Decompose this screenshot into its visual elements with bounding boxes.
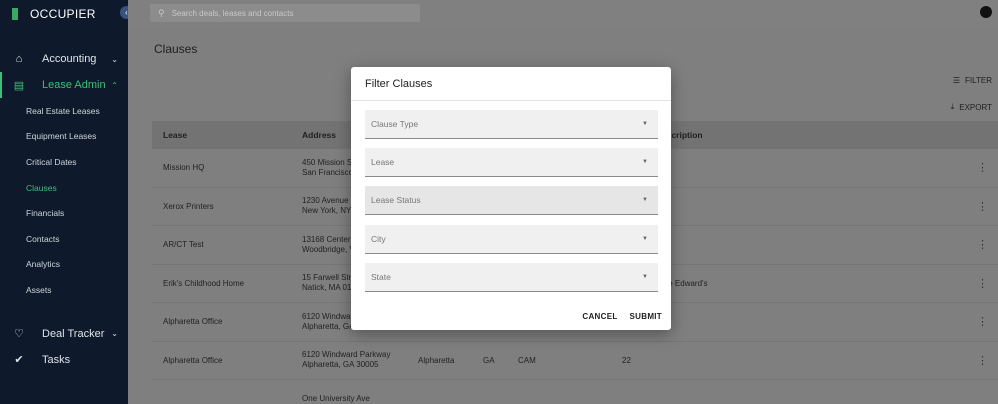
field-label: Lease — [371, 157, 395, 167]
brand[interactable]: OCCUPIER ‹ — [0, 0, 133, 28]
sidebar-item-analytics[interactable]: Analytics — [0, 252, 128, 278]
cancel-button[interactable]: CANCEL — [582, 312, 617, 321]
sidebar-item-financials[interactable]: Financials — [0, 200, 128, 226]
cell-city: Alpharetta — [418, 355, 455, 365]
sidebar-group-deal-tracker[interactable]: ♡ Deal Tracker ⌄ — [0, 321, 128, 347]
search-placeholder: Search deals, leases and contacts — [171, 8, 294, 18]
dialog-title: Filter Clauses — [351, 67, 671, 101]
table-row[interactable]: One University Ave — [152, 380, 998, 404]
cell-lease: Xerox Printers — [163, 201, 214, 211]
sidebar-group-label: Deal Tracker — [42, 327, 105, 340]
field-label: Lease Status — [371, 195, 421, 205]
column-header-lease[interactable]: Lease — [163, 130, 187, 140]
lease-status-select[interactable]: Lease Status ▼ — [365, 186, 658, 215]
export-button[interactable]: ⤓ EXPORT — [951, 102, 992, 112]
city-select[interactable]: City ▼ — [365, 225, 658, 254]
field-label: Clause Type — [371, 119, 419, 129]
chevron-up-icon: ⌃ — [111, 80, 118, 90]
address-line-1: One University Ave — [302, 393, 370, 403]
cell-lease: Mission HQ — [163, 163, 205, 173]
download-icon: ⤓ — [950, 102, 955, 111]
sidebar-item-critical-dates[interactable]: Critical Dates — [0, 149, 128, 175]
sidebar-group-accounting[interactable]: ⌂ Accounting ⌄ — [0, 46, 128, 72]
cell-address: 15 Farwell Stre Natick, MA 017 — [302, 273, 356, 293]
cell-address: 1230 Avenue o New York, NY 1 — [302, 196, 358, 216]
page-title: Clauses — [154, 42, 198, 56]
cell-lease: AR/CT Test — [163, 240, 204, 250]
dialog-actions: CANCEL SUBMIT — [582, 312, 662, 321]
sidebar-group-label: Lease Admin — [42, 79, 106, 91]
bank-icon: ⌂ — [15, 53, 23, 65]
cell-lease: Alpharetta Office — [163, 317, 223, 327]
account-icon[interactable] — [980, 6, 992, 18]
address-line-2: Natick, MA 017 — [302, 283, 356, 293]
sidebar-item-real-estate-leases[interactable]: Real Estate Leases — [0, 98, 128, 124]
state-select[interactable]: State ▼ — [365, 263, 658, 292]
cell-address: 450 Mission St San Francisco, — [302, 158, 355, 178]
more-vert-icon[interactable]: ⋮ — [977, 277, 988, 290]
chevron-down-icon: ⌄ — [111, 329, 118, 339]
table-row[interactable]: Alpharetta Office 6120 Windward Parkway Al… — [152, 342, 998, 380]
cell-address: One University Ave — [302, 394, 370, 404]
filter-label: FILTER — [965, 76, 992, 85]
filter-button[interactable]: ☰ FILTER — [953, 76, 992, 85]
search-input[interactable]: ⚲ Search deals, leases and contacts — [150, 4, 420, 22]
document-icon: ▤ — [13, 79, 25, 92]
more-vert-icon[interactable]: ⋮ — [977, 200, 988, 213]
address-line-1: 450 Mission St — [302, 157, 355, 167]
cell-description: 22 — [622, 355, 631, 365]
sidebar-group-tasks[interactable]: ✔ Tasks — [0, 347, 128, 373]
sidebar-item-assets[interactable]: Assets — [0, 277, 128, 303]
cell-lease: Alpharetta Office — [163, 355, 223, 365]
dropdown-arrow-icon: ▼ — [642, 197, 648, 203]
address-line-2: Woodbridge, V — [302, 244, 355, 254]
dropdown-arrow-icon: ▼ — [642, 121, 648, 127]
more-vert-icon[interactable]: ⋮ — [977, 161, 988, 174]
sidebar-group-label: Accounting — [42, 53, 97, 65]
dropdown-arrow-icon: ▼ — [642, 274, 648, 280]
sidebar-item-equipment-leases[interactable]: Equipment Leases — [0, 124, 128, 150]
sidebar-group-lease-admin[interactable]: ▤ Lease Admin ⌃ — [0, 72, 128, 98]
cell-lease: Erik's Childhood Home — [163, 278, 245, 288]
sidebar-item-clauses[interactable]: Clauses — [0, 175, 128, 201]
more-vert-icon[interactable]: ⋮ — [977, 238, 988, 251]
handshake-icon: ♡ — [14, 328, 24, 341]
address-line-1: 6120 Windward — [302, 311, 358, 321]
address-line-1: 15 Farwell Stre — [302, 273, 356, 283]
sidebar-group-label: Tasks — [42, 353, 71, 366]
dropdown-arrow-icon: ▼ — [642, 159, 648, 165]
filter-clauses-dialog: Filter Clauses Clause Type ▼ Lease ▼ Lea… — [351, 67, 671, 330]
export-label: EXPORT — [959, 102, 992, 112]
address-line-2: New York, NY 1 — [302, 206, 358, 216]
dropdown-arrow-icon: ▼ — [642, 236, 648, 242]
address-line-2: Alpharetta, GA 30005 — [302, 360, 379, 370]
field-label: City — [371, 234, 386, 244]
address-line-1: 13168 Centerp — [302, 234, 355, 244]
cell-address: 13168 Centerp Woodbridge, V — [302, 235, 355, 255]
submit-button[interactable]: SUBMIT — [630, 312, 662, 321]
chevron-down-icon: ⌄ — [111, 54, 118, 64]
field-label: State — [371, 272, 391, 282]
top-bar: ⚲ Search deals, leases and contacts — [128, 0, 998, 28]
cell-type: CAM — [518, 355, 536, 365]
address-line-1: 6120 Windward Parkway — [302, 350, 391, 360]
check-circle-icon: ✔ — [14, 354, 24, 367]
cell-address: 6120 Windward Parkway Alpharetta, GA 3000… — [302, 350, 390, 370]
more-vert-icon[interactable]: ⋮ — [977, 315, 988, 328]
lease-select[interactable]: Lease ▼ — [365, 148, 658, 177]
more-vert-icon[interactable]: ⋮ — [977, 354, 988, 367]
filter-icon: ☰ — [952, 76, 961, 85]
column-header-address[interactable]: Address — [302, 130, 336, 140]
sidebar: OCCUPIER ‹ ⌂ Accounting ⌄ ▤ Lease Admin … — [0, 0, 133, 404]
sidebar-item-contacts[interactable]: Contacts — [0, 226, 128, 252]
address-line-2: San Francisco, — [302, 167, 356, 177]
search-icon: ⚲ — [158, 7, 165, 18]
logo-icon — [12, 8, 18, 20]
clause-type-select[interactable]: Clause Type ▼ — [365, 110, 658, 139]
cell-state: GA — [483, 355, 495, 365]
address-line-1: 1230 Avenue o — [302, 196, 356, 206]
app-name: OCCUPIER — [30, 7, 96, 21]
